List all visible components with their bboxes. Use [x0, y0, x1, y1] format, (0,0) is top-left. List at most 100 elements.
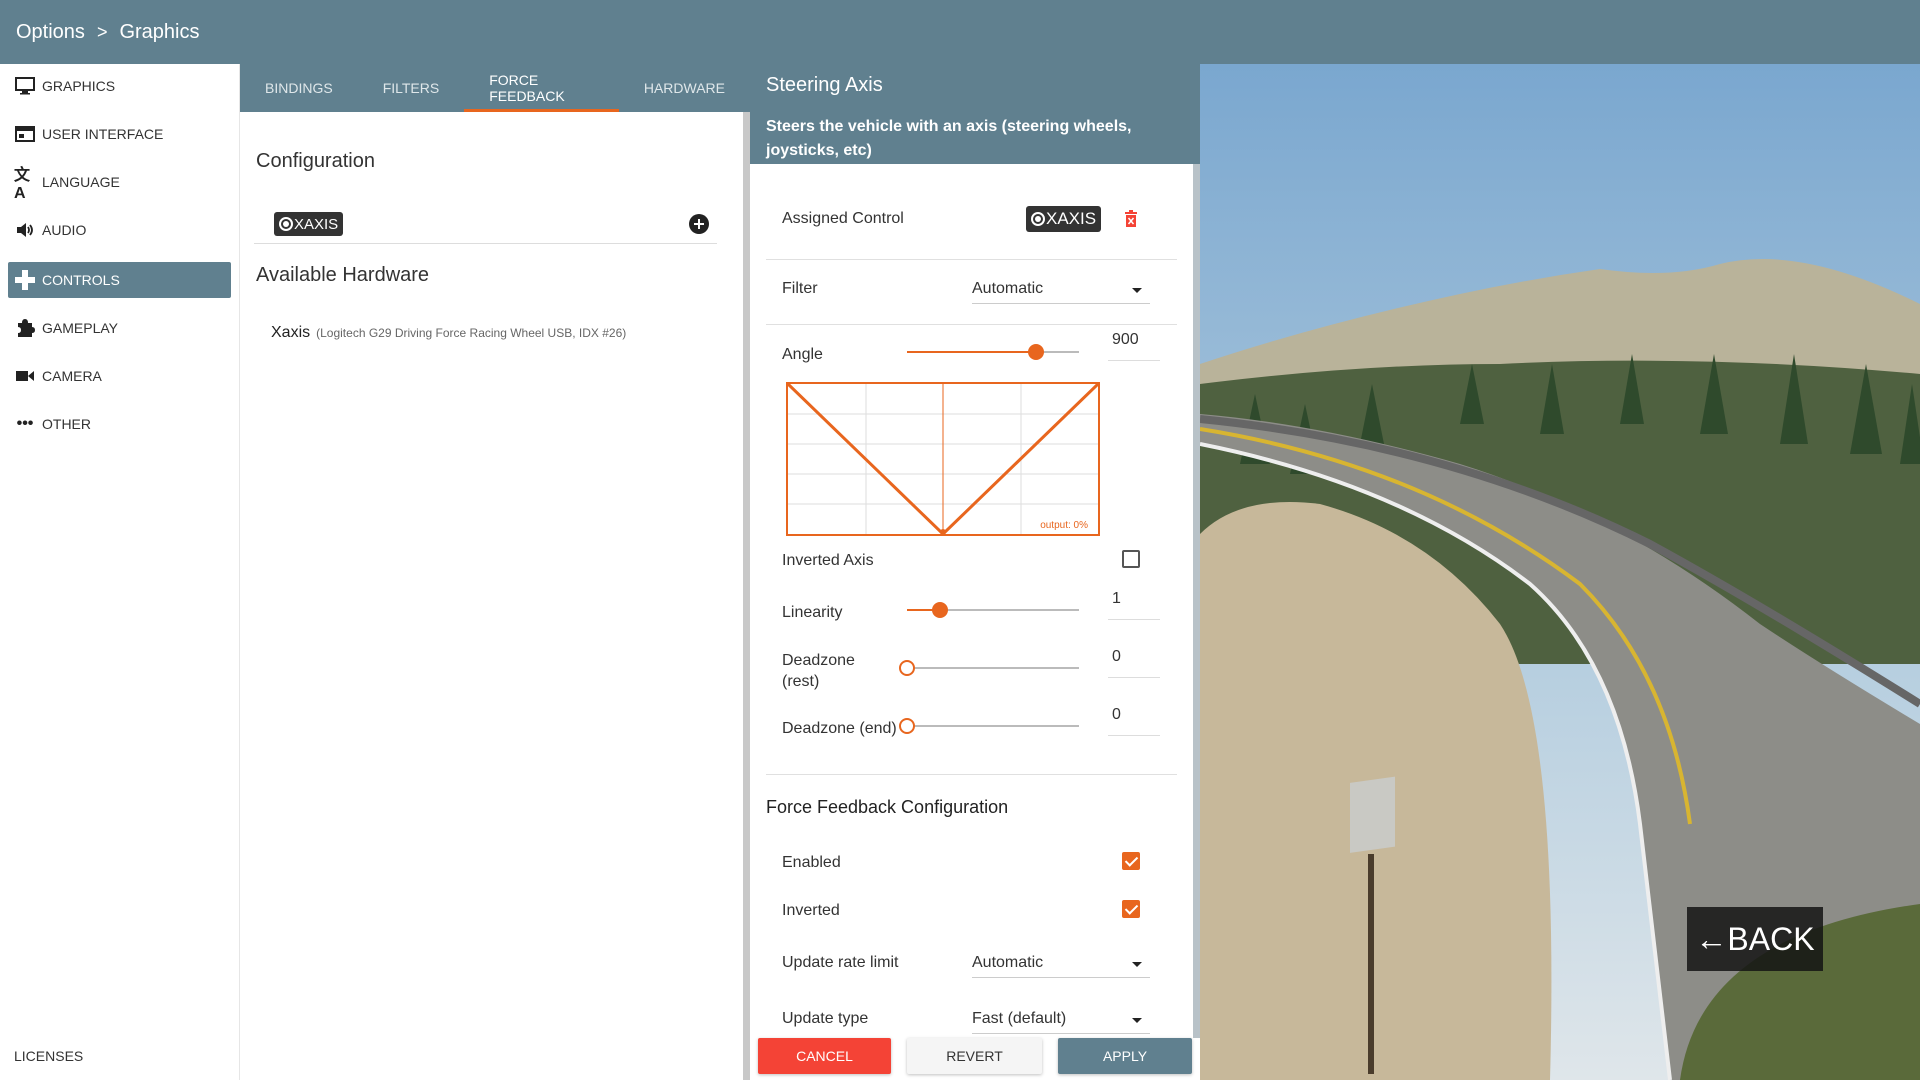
tab-force-feedback[interactable]: FORCE FEEDBACK [464, 64, 619, 112]
filter-select[interactable]: Automatic [972, 274, 1150, 304]
sidebar-item-label: USER INTERFACE [42, 126, 164, 142]
breadcrumb-separator: > [96, 21, 108, 42]
translate-icon: 文A [14, 167, 31, 202]
sidebar-item-label: AUDIO [42, 222, 87, 238]
sidebar-item-language[interactable]: 文A LANGUAGE [8, 164, 231, 202]
sidebar-item-label: CONTROLS [42, 272, 120, 288]
slider-fill [907, 351, 1036, 353]
tab-bar: BINDINGS FILTERS FORCE FEEDBACK HARDWARE [240, 64, 750, 112]
update-type-select-value: Fast (default) [972, 1010, 1067, 1027]
linearity-input[interactable]: 1 [1108, 590, 1160, 620]
tab-filters[interactable]: FILTERS [358, 64, 465, 112]
divider [766, 324, 1177, 325]
update-rate-select[interactable]: Automatic [972, 948, 1150, 978]
deadzone-rest-slider[interactable] [899, 660, 1079, 676]
sidebar-item-audio[interactable]: AUDIO [8, 212, 231, 248]
deadzone-rest-input[interactable]: 0 [1108, 648, 1160, 678]
sidebar-item-label: OTHER [42, 416, 91, 432]
add-binding-icon[interactable] [689, 214, 709, 239]
sidebar: GRAPHICS USER INTERFACE 文A LANGUAGE AUDI… [0, 64, 240, 1080]
ffb-inverted-label: Inverted [782, 902, 840, 919]
chevron-down-icon [1132, 288, 1142, 293]
graph-output-label: output: 0% [1040, 520, 1088, 531]
slider-thumb[interactable] [899, 718, 915, 734]
angle-slider[interactable] [907, 344, 1079, 360]
slider-track [907, 667, 1079, 669]
speaker-icon [14, 219, 36, 241]
deadzone-rest-label-line2: (rest) [782, 673, 820, 690]
configuration-heading: Configuration [256, 150, 375, 172]
axis-icon [1031, 212, 1045, 226]
sidebar-item-other[interactable]: ••• OTHER [8, 406, 231, 442]
config-binding-row[interactable]: XAXIS [254, 204, 717, 244]
back-button[interactable]: ← BACK [1687, 907, 1823, 971]
deadzone-end-slider[interactable] [899, 718, 1079, 734]
delete-binding-icon[interactable] [1124, 210, 1138, 233]
licenses-link[interactable]: LICENSES [14, 1048, 83, 1064]
apply-button[interactable]: APPLY [1058, 1038, 1192, 1074]
ffb-enabled-checkbox[interactable] [1122, 852, 1140, 870]
inverted-axis-checkbox[interactable] [1122, 550, 1140, 568]
hardware-axis: Xaxis [271, 324, 311, 341]
assigned-control-chip[interactable]: XAXIS [1026, 206, 1102, 232]
binding-chip: XAXIS [274, 212, 344, 236]
breadcrumb-root[interactable]: Options [16, 21, 85, 44]
sidebar-item-camera[interactable]: CAMERA [8, 358, 231, 394]
divider [766, 259, 1177, 260]
hardware-device: (Logitech G29 Driving Force Racing Wheel… [316, 326, 627, 340]
sidebar-item-user-interface[interactable]: USER INTERFACE [8, 116, 231, 152]
divider [766, 774, 1177, 775]
axis-response-chart: output: 0% [786, 382, 1100, 537]
sidebar-item-label: GRAPHICS [42, 78, 116, 94]
chevron-down-icon [1132, 1018, 1142, 1023]
slider-thumb[interactable] [1028, 344, 1044, 360]
binding-list-panel: Configuration XAXIS Available Hardware X… [240, 112, 745, 1080]
slider-track [907, 725, 1079, 727]
filter-label: Filter [782, 280, 818, 297]
breadcrumb-header: Options > Graphics [0, 0, 1920, 64]
update-rate-select-value: Automatic [972, 954, 1044, 971]
puzzle-icon [14, 317, 36, 339]
ffb-enabled-label: Enabled [782, 854, 841, 871]
deadzone-rest-label-line1: Deadzone [782, 652, 855, 669]
gamepad-icon [14, 269, 36, 291]
angle-label: Angle [782, 346, 823, 363]
sidebar-item-label: LANGUAGE [42, 174, 120, 190]
ffb-inverted-checkbox[interactable] [1122, 900, 1140, 918]
monitor-icon [14, 75, 36, 97]
sidebar-item-label: CAMERA [42, 368, 102, 384]
slider-thumb[interactable] [899, 660, 915, 676]
detail-scrollbar[interactable] [1193, 164, 1200, 1038]
update-rate-label: Update rate limit [782, 954, 899, 971]
hardware-item[interactable]: Xaxis (Logitech G29 Driving Force Racing … [271, 324, 626, 342]
axis-icon [279, 217, 293, 231]
angle-input[interactable]: 900 [1108, 331, 1160, 361]
update-type-select[interactable]: Fast (default) [972, 1004, 1150, 1034]
back-arrow-icon: ← [1695, 920, 1728, 957]
sidebar-item-label: GAMEPLAY [42, 320, 118, 336]
linearity-slider[interactable] [907, 602, 1079, 618]
sidebar-item-controls[interactable]: CONTROLS [8, 262, 231, 298]
back-button-label: BACK [1727, 920, 1815, 957]
more-icon: ••• [16, 415, 34, 432]
sidebar-item-graphics[interactable]: GRAPHICS [8, 68, 231, 104]
detail-title: Steering Axis [766, 74, 883, 96]
axis-response-graph: output: 0% [786, 382, 1100, 537]
assigned-control-label: Assigned Control [782, 210, 904, 227]
binding-chip-label: XAXIS [294, 215, 339, 233]
detail-header: Steering Axis Steers the vehicle with an… [750, 64, 1200, 164]
deadzone-end-input[interactable]: 0 [1108, 706, 1160, 736]
available-hardware-heading: Available Hardware [256, 264, 430, 286]
breadcrumb-current: Graphics [119, 20, 200, 43]
tab-bindings[interactable]: BINDINGS [240, 64, 358, 112]
cancel-button[interactable]: CANCEL [758, 1038, 891, 1074]
detail-panel: Assigned Control XAXIS Filter Automatic … [750, 164, 1193, 1038]
revert-button[interactable]: REVERT [907, 1038, 1042, 1074]
tab-hardware[interactable]: HARDWARE [619, 64, 750, 112]
deadzone-rest-label: Deadzone (rest) [782, 650, 855, 692]
panel-scrollbar[interactable] [743, 112, 750, 1080]
assigned-control-value: XAXIS [1046, 209, 1097, 228]
slider-thumb[interactable] [931, 602, 948, 618]
sidebar-item-gameplay[interactable]: GAMEPLAY [8, 310, 231, 346]
detail-subtitle: Steers the vehicle with an axis (steerin… [766, 118, 1132, 159]
